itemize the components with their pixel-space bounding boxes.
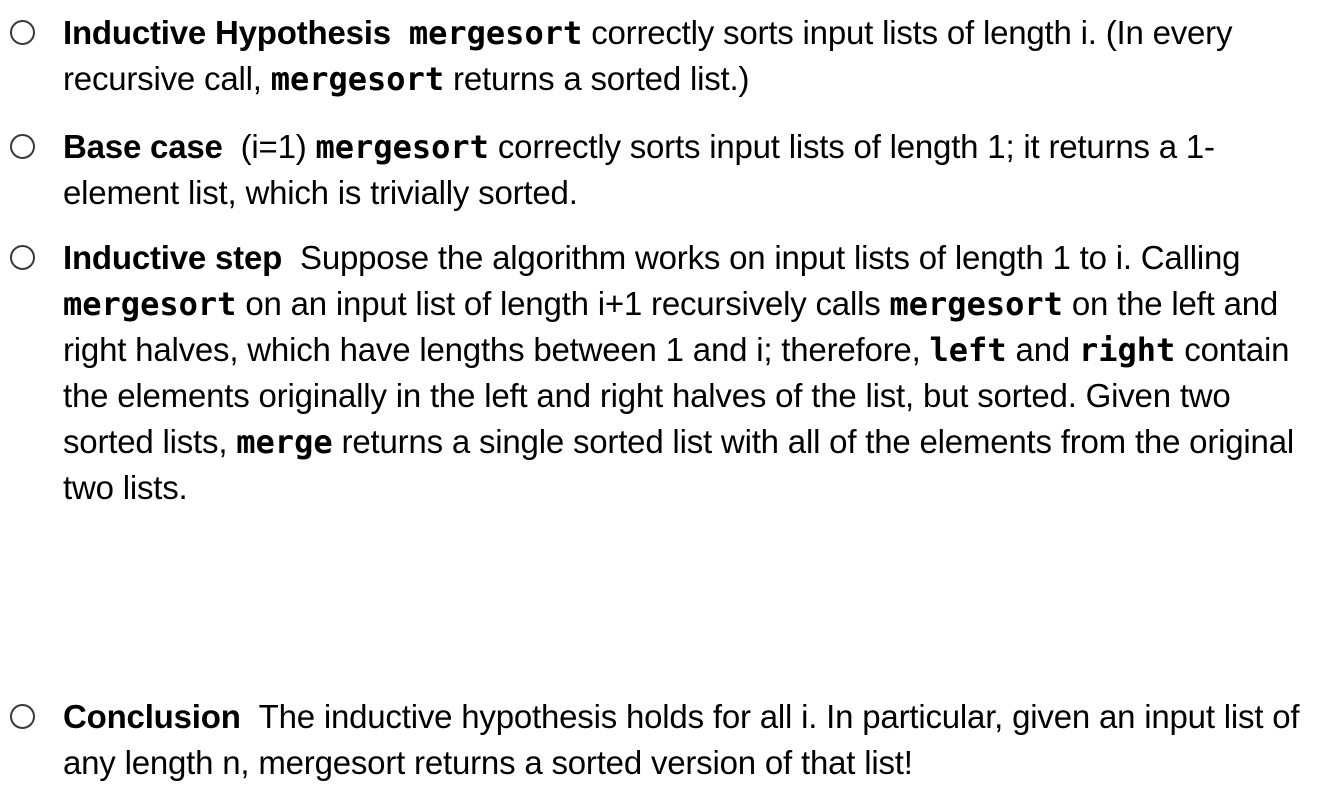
proof-heading: Inductive Hypothesis — [63, 14, 391, 51]
code-mergesort: mergesort — [270, 60, 445, 98]
code-mergesort: mergesort — [63, 285, 237, 323]
proof-heading: Inductive step — [63, 239, 283, 276]
code-merge: merge — [236, 423, 333, 461]
proof-heading: Conclusion — [63, 698, 241, 735]
proof-text-base-case: Base case (i=1) mergesort correctly sort… — [63, 124, 1325, 216]
radio-button-base-case[interactable] — [10, 134, 35, 159]
code-right: right — [1078, 331, 1176, 369]
proof-text-segment: (i=1) — [240, 128, 316, 165]
proof-text-segment: correctly sorts input lists of length 1;… — [63, 128, 1215, 211]
radio-button-inductive-step[interactable] — [10, 245, 35, 270]
proof-text-conclusion: Conclusion The inductive hypothesis hold… — [63, 694, 1325, 786]
radio-button-inductive-hypothesis[interactable] — [10, 20, 35, 45]
proof-text-inductive-step: Inductive step Suppose the algorithm wor… — [63, 235, 1325, 511]
proof-text-inductive-hypothesis: Inductive Hypothesis mergesort correctly… — [63, 10, 1325, 102]
proof-heading: Base case — [63, 128, 223, 165]
code-left: left — [929, 331, 1007, 369]
proof-text-segment: returns a sorted list.) — [444, 60, 750, 97]
proof-text-segment: Suppose the algorithm works on input lis… — [300, 239, 1241, 276]
code-mergesort: mergesort — [315, 128, 489, 166]
radio-button-conclusion[interactable] — [10, 704, 35, 729]
code-mergesort: mergesort — [889, 285, 1063, 323]
proof-text-segment: The inductive hypothesis holds for all i… — [63, 698, 1300, 781]
proof-text-segment: on an input list of length i+1 recursive… — [236, 285, 890, 322]
proof-text-segment: and — [1006, 331, 1079, 368]
code-mergesort: mergesort — [408, 14, 583, 52]
